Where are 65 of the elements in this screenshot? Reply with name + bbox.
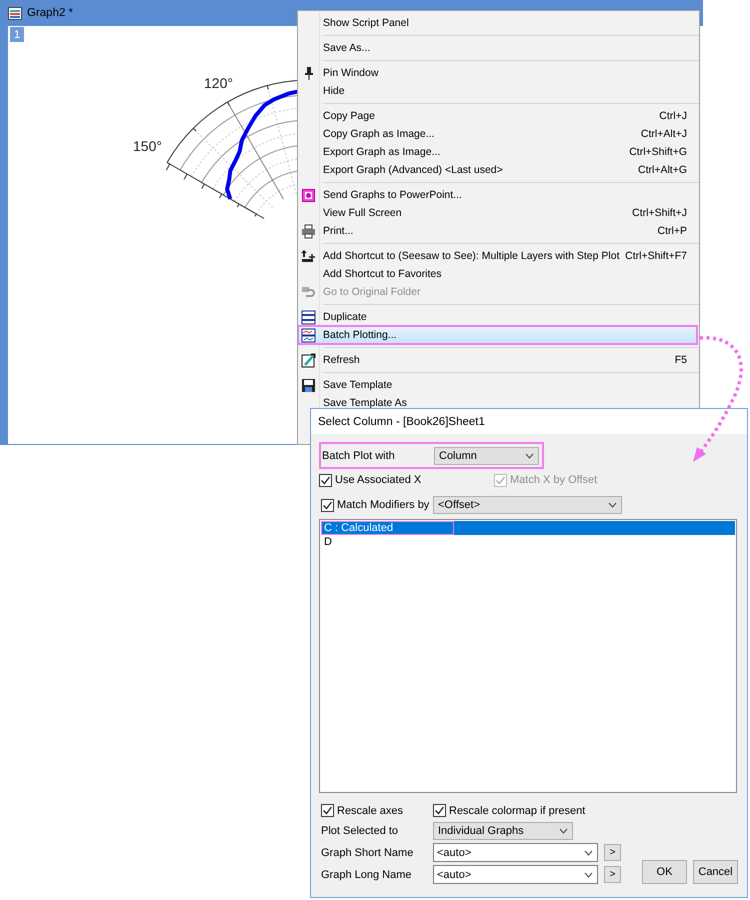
menu-item[interactable]: Export Graph as Image... Ctrl+Shift+G — [298, 143, 699, 161]
expand-button[interactable]: > — [604, 844, 621, 861]
printer-icon — [301, 224, 316, 239]
list-row[interactable]: D — [321, 535, 735, 549]
highlight-frame: C : Calculated — [321, 521, 454, 535]
name-combo-field[interactable]: <auto> — [433, 843, 598, 862]
field-label: Graph Short Name — [321, 846, 414, 858]
checkbox[interactable] — [321, 804, 334, 817]
check-icon — [320, 474, 331, 486]
menu-item[interactable]: Pin Window — [298, 64, 699, 82]
caret-icon — [559, 828, 568, 834]
field-label: Plot Selected to — [321, 825, 400, 837]
check-icon — [322, 805, 333, 816]
angle-label: 150° — [133, 138, 162, 154]
name-combo-field[interactable]: <auto> — [433, 865, 598, 884]
menu-item[interactable]: Hide — [298, 82, 699, 100]
angle-label: 120° — [204, 75, 233, 91]
window-title: Graph2 * — [27, 7, 74, 19]
menu-item[interactable]: Add Shortcut to (Seesaw to See): Multiple Layers with Step Plot Ctrl+Shift+F7 — [298, 247, 699, 265]
menu-item[interactable]: Refresh F5 — [298, 351, 699, 369]
menu-item[interactable]: Copy Graph as Image... Ctrl+Alt+J — [298, 125, 699, 143]
checkbox-label: Rescale axes — [337, 804, 404, 816]
checkbox-label: Match Modifiers by — [337, 499, 430, 511]
modifiers-dropdown[interactable]: <Offset> — [433, 496, 622, 514]
list-row[interactable]: C : Calculated — [321, 521, 735, 535]
menu-item[interactable]: Add Shortcut to Favorites — [298, 265, 699, 283]
menu-item[interactable]: Show Script Panel — [298, 14, 699, 32]
batch-plot-icon — [301, 328, 316, 343]
ok-button[interactable]: OK — [642, 860, 687, 884]
checkbox-label: Rescale colormap if present — [449, 804, 586, 816]
menu-item[interactable]: Send Graphs to PowerPoint... — [298, 186, 699, 204]
menu-item[interactable]: Batch Plotting... — [298, 326, 697, 344]
checkbox[interactable] — [321, 498, 334, 512]
menu-item[interactable]: Save As... — [298, 39, 699, 57]
menu-item[interactable]: Export Graph (Advanced) <Last used> Ctrl+Alt+G — [298, 161, 699, 179]
caret-icon — [608, 502, 617, 508]
menu-item[interactable]: View Full Screen Ctrl+Shift+J — [298, 204, 699, 222]
slides-icon — [301, 188, 316, 203]
duplicate-icon — [301, 310, 316, 325]
undo-arrow-icon — [301, 285, 316, 300]
menu-item[interactable]: Duplicate — [298, 308, 699, 326]
checkbox[interactable] — [319, 474, 332, 486]
add-shortcut-icon — [301, 249, 316, 264]
menu-item[interactable]: Print... Ctrl+P — [298, 222, 699, 240]
menu-item[interactable]: Copy Page Ctrl+J — [298, 107, 699, 125]
refresh-icon — [301, 353, 316, 368]
check-icon — [495, 474, 506, 486]
checkbox-label: Match X by Offset — [510, 474, 598, 486]
plot-target-dropdown[interactable]: Individual Graphs — [433, 822, 573, 840]
expand-button[interactable]: > — [604, 866, 621, 883]
menu-item[interactable]: Save Template As — [298, 394, 699, 412]
field-label: Graph Long Name — [321, 868, 412, 880]
caret-icon — [525, 452, 534, 458]
batch-plot-dropdown[interactable]: Column — [434, 446, 539, 464]
checkbox[interactable] — [433, 804, 446, 817]
check-icon — [322, 500, 333, 510]
dialog-title: Select Column - [Book26]Sheet1 — [318, 416, 485, 428]
check-icon — [434, 805, 445, 816]
cancel-button[interactable]: Cancel — [693, 860, 738, 884]
field-label: Batch Plot with — [322, 450, 396, 462]
graph-icon — [8, 6, 22, 20]
checkbox-label: Use Associated X — [335, 474, 422, 486]
caret-icon — [584, 872, 593, 878]
menu-item[interactable]: Save Template — [298, 376, 699, 394]
caret-icon — [584, 850, 593, 856]
